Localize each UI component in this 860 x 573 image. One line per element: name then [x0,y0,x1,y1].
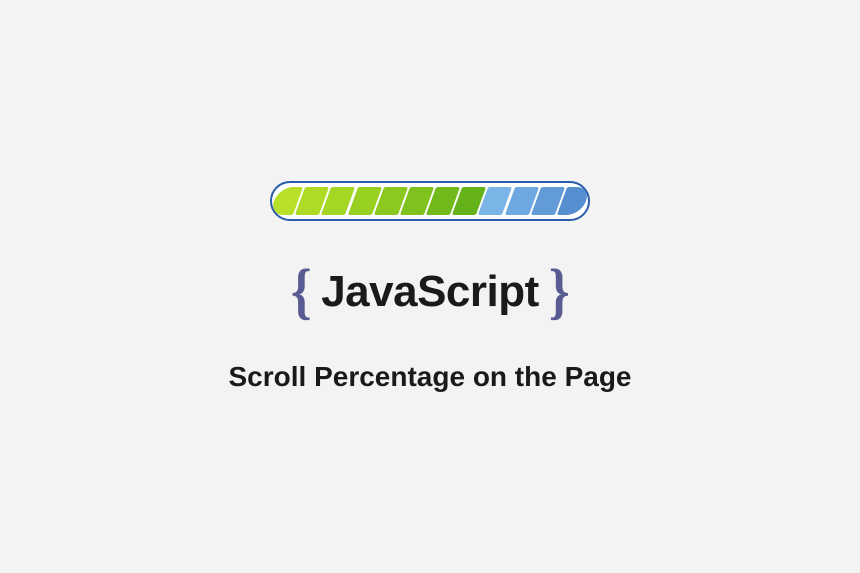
brace-right-icon: } [549,261,570,323]
subtitle: Scroll Percentage on the Page [228,361,631,393]
logo-text: JavaScript [321,267,539,317]
brace-left-icon: { [291,261,312,323]
javascript-logo: { JavaScript } [289,261,571,323]
progress-bar [270,181,590,221]
